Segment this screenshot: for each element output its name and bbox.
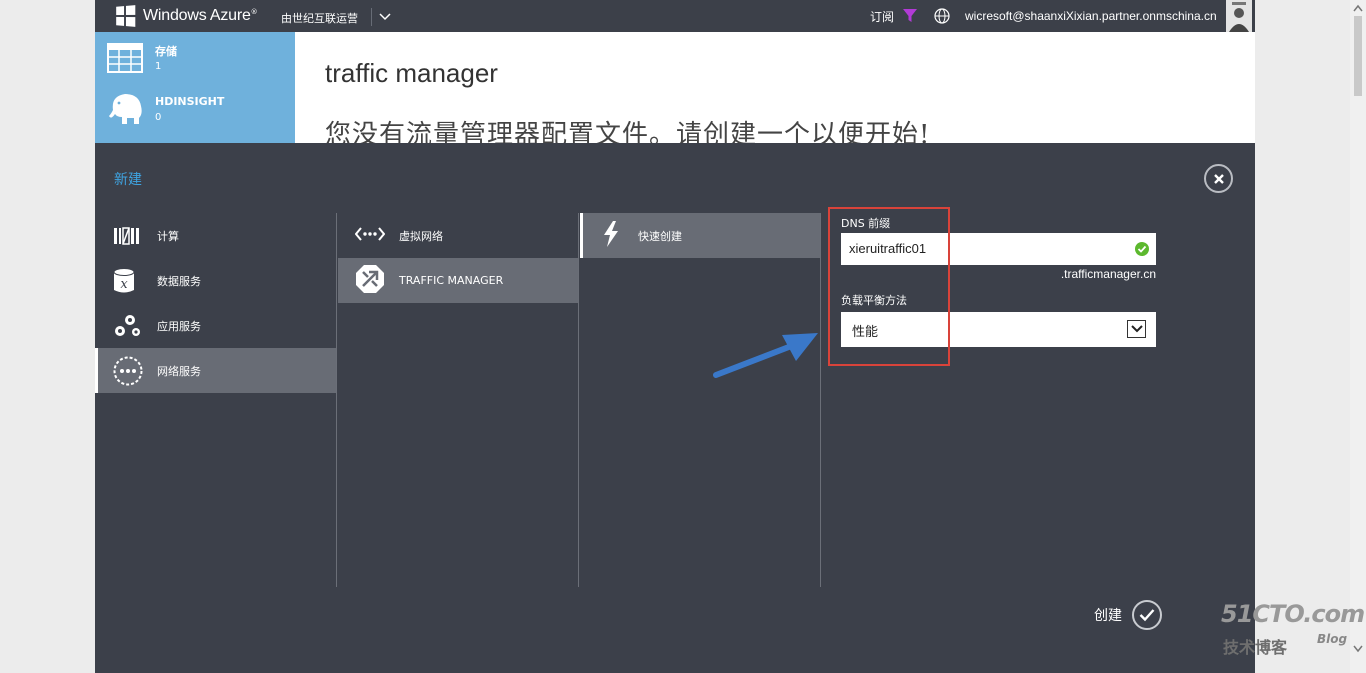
- nav-count: 1: [155, 61, 162, 72]
- category-list: 计算 x 数据服务 应用服务 网络服务: [95, 213, 336, 393]
- nav-item-hdinsight[interactable]: HDINSIGHT 0: [95, 88, 295, 138]
- service-virtual-network[interactable]: 虚拟网络: [338, 213, 578, 258]
- category-network-services[interactable]: 网络服务: [95, 348, 336, 393]
- create-button[interactable]: 创建: [1094, 600, 1162, 630]
- operator-label: 由世纪互联运营: [281, 12, 358, 25]
- create-label: 创建: [1094, 608, 1122, 624]
- scroll-thumb[interactable]: [1354, 16, 1362, 96]
- checkmark-icon: [1139, 609, 1155, 622]
- close-icon: [1213, 173, 1224, 184]
- category-compute[interactable]: 计算: [95, 213, 336, 258]
- data-services-icon: x: [113, 267, 135, 292]
- dialog-title: 新建: [114, 172, 142, 188]
- lightning-icon: [604, 220, 618, 247]
- browser-scrollbar[interactable]: [1350, 0, 1366, 673]
- create-method-list: 快速创建: [580, 213, 820, 258]
- watermark-site: 51CTO.com: [1221, 600, 1365, 628]
- traffic-manager-icon: [356, 264, 384, 293]
- topbar-divider: [371, 8, 372, 26]
- category-app-services[interactable]: 应用服务: [95, 303, 336, 348]
- scroll-down-icon[interactable]: [1353, 645, 1363, 653]
- nav-label: 存储: [155, 45, 177, 58]
- compute-icon: [114, 226, 139, 245]
- new-dialog: 新建 计算 x 数据服务 应用服务 网络服务 虚拟网络 TRAFFIC MANA…: [95, 143, 1255, 673]
- network-services-icon: [113, 356, 143, 385]
- watermark-blog: Blog: [1317, 632, 1348, 646]
- table-grid-icon: [107, 43, 143, 73]
- brand-name: Windows Azure: [143, 7, 251, 24]
- watermark: 51CTO.com 技术博客 Blog: [1221, 600, 1365, 660]
- service-label: TRAFFIC MANAGER: [399, 274, 504, 287]
- chevron-down-icon: [1130, 325, 1143, 333]
- filter-icon[interactable]: [903, 9, 917, 23]
- elephant-icon: [109, 94, 142, 124]
- column-divider: [820, 213, 821, 587]
- annotation-arrow-icon: [713, 333, 818, 378]
- nav-count: 0: [155, 112, 162, 123]
- svg-text:x: x: [120, 277, 128, 292]
- virtual-network-icon: [354, 226, 386, 241]
- close-button[interactable]: [1204, 164, 1233, 193]
- scroll-up-icon[interactable]: [1353, 4, 1363, 12]
- top-bar: Windows Azure ® 由世纪互联运营 订阅 wicresoft@shaa…: [95, 0, 1255, 32]
- category-label: 应用服务: [157, 319, 201, 333]
- category-label: 网络服务: [157, 364, 201, 378]
- column-divider: [336, 213, 337, 587]
- account-email[interactable]: wicresoft@shaanxiXixian.partner.onmschin…: [965, 9, 1217, 23]
- method-quick-create[interactable]: 快速创建: [580, 213, 820, 258]
- registered-mark: ®: [250, 8, 258, 16]
- service-label: 虚拟网络: [399, 229, 443, 243]
- category-label: 计算: [157, 229, 179, 243]
- nav-label: HDINSIGHT: [155, 95, 225, 108]
- page-title: traffic manager: [325, 58, 498, 88]
- column-divider: [578, 213, 579, 587]
- service-traffic-manager[interactable]: TRAFFIC MANAGER: [338, 258, 578, 303]
- nav-item-storage[interactable]: 存储 1: [95, 38, 295, 88]
- dns-suffix: .trafficmanager.cn: [1060, 267, 1156, 281]
- category-label: 数据服务: [157, 274, 201, 288]
- user-avatar-icon: [1226, 0, 1252, 32]
- app-services-icon: [115, 314, 140, 336]
- windows-logo-icon: [116, 5, 136, 27]
- left-nav: 存储 1 HDINSIGHT 0: [95, 32, 295, 144]
- azure-portal-window: Windows Azure ® 由世纪互联运营 订阅 wicresoft@shaa…: [95, 0, 1255, 673]
- dropdown-button[interactable]: [1127, 320, 1146, 338]
- chevron-down-icon[interactable]: [377, 8, 393, 24]
- globe-icon[interactable]: [934, 8, 950, 24]
- checkmark-circle: [1132, 600, 1162, 630]
- avatar[interactable]: [1226, 0, 1252, 32]
- category-data-services[interactable]: x 数据服务: [95, 258, 336, 303]
- highlight-box: [828, 207, 950, 366]
- valid-check-icon: [1135, 242, 1149, 256]
- service-list: 虚拟网络 TRAFFIC MANAGER: [338, 213, 578, 303]
- brand[interactable]: Windows Azure ®: [115, 5, 258, 27]
- subscriptions-link[interactable]: 订阅: [870, 8, 894, 25]
- watermark-blog-cn: 技术博客: [1223, 638, 1288, 657]
- method-label: 快速创建: [638, 229, 682, 243]
